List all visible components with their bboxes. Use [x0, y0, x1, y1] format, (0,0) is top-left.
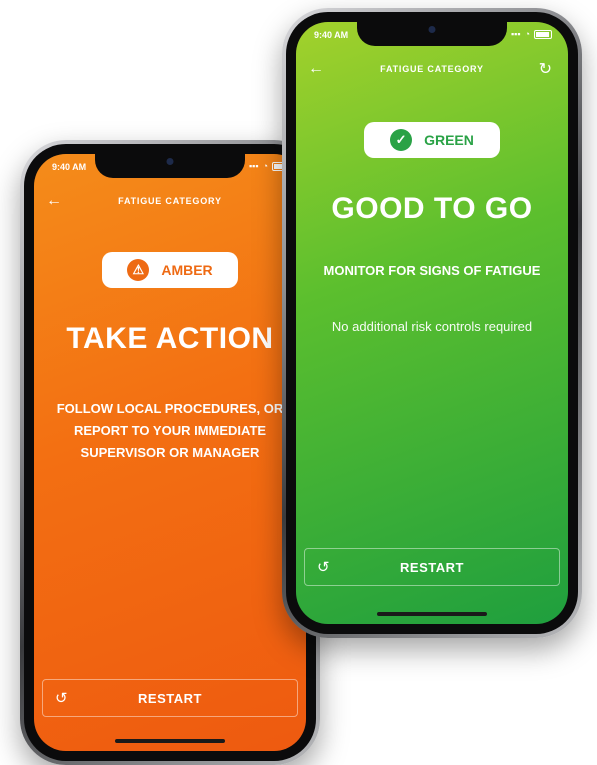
notch [95, 154, 245, 178]
subhead: MONITOR FOR SIGNS OF FATIGUE [323, 263, 541, 278]
nav-title: FATIGUE CATEGORY [118, 196, 222, 206]
wifi-icon: ◔ [524, 29, 530, 39]
notch [357, 22, 507, 46]
nav-title: FATIGUE CATEGORY [380, 64, 484, 74]
subhead: FOLLOW LOCAL PROCEDURES, OR REPORT TO YO… [56, 401, 284, 460]
battery-icon [534, 29, 552, 39]
detail-text: No additional risk controls required [331, 319, 533, 334]
headline: TAKE ACTION [66, 322, 274, 355]
restart-icon: ↺ [55, 690, 69, 707]
restart-label: RESTART [138, 690, 202, 706]
refresh-icon[interactable]: ↻ [539, 59, 552, 79]
signal-icon: ▪▪▪ [248, 161, 259, 171]
status-icons: ▪▪▪ ◔ [511, 29, 552, 39]
category-badge: ⚠ AMBER [102, 252, 238, 288]
category-badge: ✓ GREEN [364, 122, 500, 158]
checkmark-icon: ✓ [390, 129, 413, 151]
green-phone: 9:40 AM ▪▪▪ ◔ ← FATIGUE CATEGORY ↻ ✓ GRE… [282, 8, 582, 638]
amber-phone: 9:40 AM ▪▪▪ ◔ ← FATIGUE CATEGORY ⚠ AMBER… [20, 140, 320, 765]
amber-screen: 9:40 AM ▪▪▪ ◔ ← FATIGUE CATEGORY ⚠ AMBER… [34, 154, 306, 751]
restart-label: RESTART [400, 559, 464, 575]
headline: GOOD TO GO [331, 192, 533, 225]
badge-label: AMBER [161, 262, 213, 278]
status-time: 9:40 AM [314, 30, 349, 40]
home-indicator[interactable] [115, 739, 225, 743]
warning-icon: ⚠ [127, 259, 150, 281]
home-indicator[interactable] [377, 612, 487, 616]
status-time: 9:40 AM [52, 162, 87, 172]
restart-button[interactable]: ↺ RESTART [42, 679, 298, 717]
green-screen: 9:40 AM ▪▪▪ ◔ ← FATIGUE CATEGORY ↻ ✓ GRE… [296, 22, 568, 624]
signal-icon: ▪▪▪ [510, 29, 521, 39]
restart-icon: ↺ [317, 559, 331, 576]
badge-label: GREEN [424, 132, 474, 148]
restart-button[interactable]: ↺ RESTART [304, 548, 560, 586]
wifi-icon: ◔ [262, 161, 268, 171]
